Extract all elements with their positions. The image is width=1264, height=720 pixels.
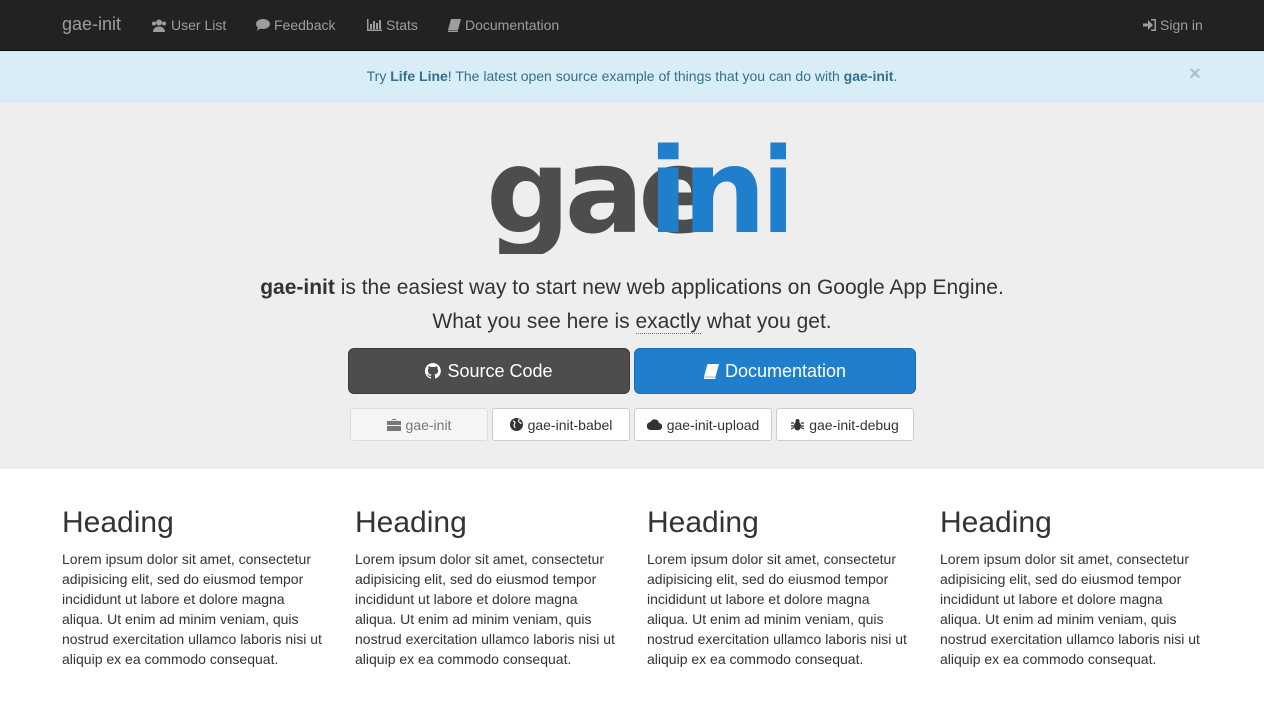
column-text: Lorem ipsum dolor sit amet, consectetur … (940, 551, 1200, 667)
feature-column: Heading Lorem ipsum dolor sit amet, cons… (62, 505, 324, 669)
life-line-link[interactable]: Life Line (390, 68, 448, 84)
variant-gae-init-babel-button[interactable]: gae-init-babel (492, 408, 630, 441)
column-heading: Heading (647, 506, 759, 539)
column-text: Lorem ipsum dolor sit amet, consectetur … (647, 551, 907, 667)
nav-label: Stats (386, 17, 418, 33)
variant-label: gae-init-debug (809, 416, 899, 433)
sign-in-icon (1143, 19, 1156, 31)
feature-column: Heading Lorem ipsum dolor sit amet, cons… (647, 505, 909, 669)
alert-prefix: Try (366, 68, 391, 84)
hero-brand: gae-init (260, 276, 335, 299)
brand-link[interactable]: gae-init (62, 14, 121, 35)
book-icon (448, 18, 461, 32)
close-icon[interactable]: × (1188, 64, 1202, 84)
announcement-alert: Try Life Line! The latest open source ex… (0, 51, 1264, 103)
alert-suffix: . (893, 68, 898, 84)
nav-label: Sign in (1160, 17, 1203, 33)
column-heading: Heading (940, 506, 1052, 539)
tagline-abbr: exactly (635, 310, 701, 334)
variant-label: gae-init (405, 416, 452, 433)
globe-icon (509, 418, 523, 431)
variant-gae-init-button[interactable]: gae-init (350, 408, 488, 441)
alert-brand-link[interactable]: gae-init (844, 68, 894, 84)
gae-init-logo: gae init (486, 132, 786, 254)
hero-lead: gae-init is the easiest way to start new… (0, 276, 1264, 300)
source-code-label: Source Code (447, 360, 553, 381)
source-code-button[interactable]: Source Code (348, 348, 630, 394)
nav-stats[interactable]: Stats (367, 17, 418, 33)
nav-feedback[interactable]: Feedback (256, 17, 335, 33)
nav-sign-in[interactable]: Sign in (1143, 17, 1203, 33)
nav-documentation[interactable]: Documentation (448, 17, 559, 33)
tagline-end: what you get. (700, 310, 832, 333)
comment-icon (256, 19, 270, 31)
github-icon (425, 363, 442, 379)
logo-init-text: init (648, 132, 786, 254)
bar-chart-icon (367, 19, 382, 31)
documentation-button[interactable]: Documentation (634, 348, 916, 394)
briefcase-icon (386, 418, 401, 431)
nav-user-list[interactable]: User List (151, 17, 226, 33)
hero-tagline: What you see here is exactly what you ge… (0, 310, 1264, 334)
column-text: Lorem ipsum dolor sit amet, consectetur … (355, 551, 615, 667)
feature-column: Heading Lorem ipsum dolor sit amet, cons… (940, 505, 1202, 669)
book-icon (703, 363, 719, 379)
bug-icon (791, 419, 805, 431)
alert-middle: ! The latest open source example of thin… (447, 68, 844, 84)
feature-column: Heading Lorem ipsum dolor sit amet, cons… (355, 505, 617, 669)
hero-lead-text: is the easiest way to start new web appl… (334, 276, 1004, 299)
jumbotron: gae init gae-init is the easiest way to … (0, 103, 1264, 469)
column-text: Lorem ipsum dolor sit amet, consectetur … (62, 551, 322, 667)
column-heading: Heading (355, 506, 467, 539)
documentation-label: Documentation (724, 360, 847, 381)
nav-label: User List (171, 17, 227, 33)
tagline-start: What you see here is (432, 310, 636, 333)
nav-label: Feedback (274, 17, 336, 33)
users-icon (152, 19, 166, 32)
nav-label: Documentation (465, 17, 560, 33)
variant-gae-init-upload-button[interactable]: gae-init-upload (634, 408, 772, 441)
navbar: gae-init User List Feedback Stats Docume… (0, 0, 1264, 51)
variant-label: gae-init-babel (527, 416, 613, 433)
variant-gae-init-debug-button[interactable]: gae-init-debug (776, 408, 914, 441)
variant-label: gae-init-upload (666, 416, 760, 433)
cloud-icon (646, 419, 662, 430)
column-heading: Heading (62, 506, 174, 539)
